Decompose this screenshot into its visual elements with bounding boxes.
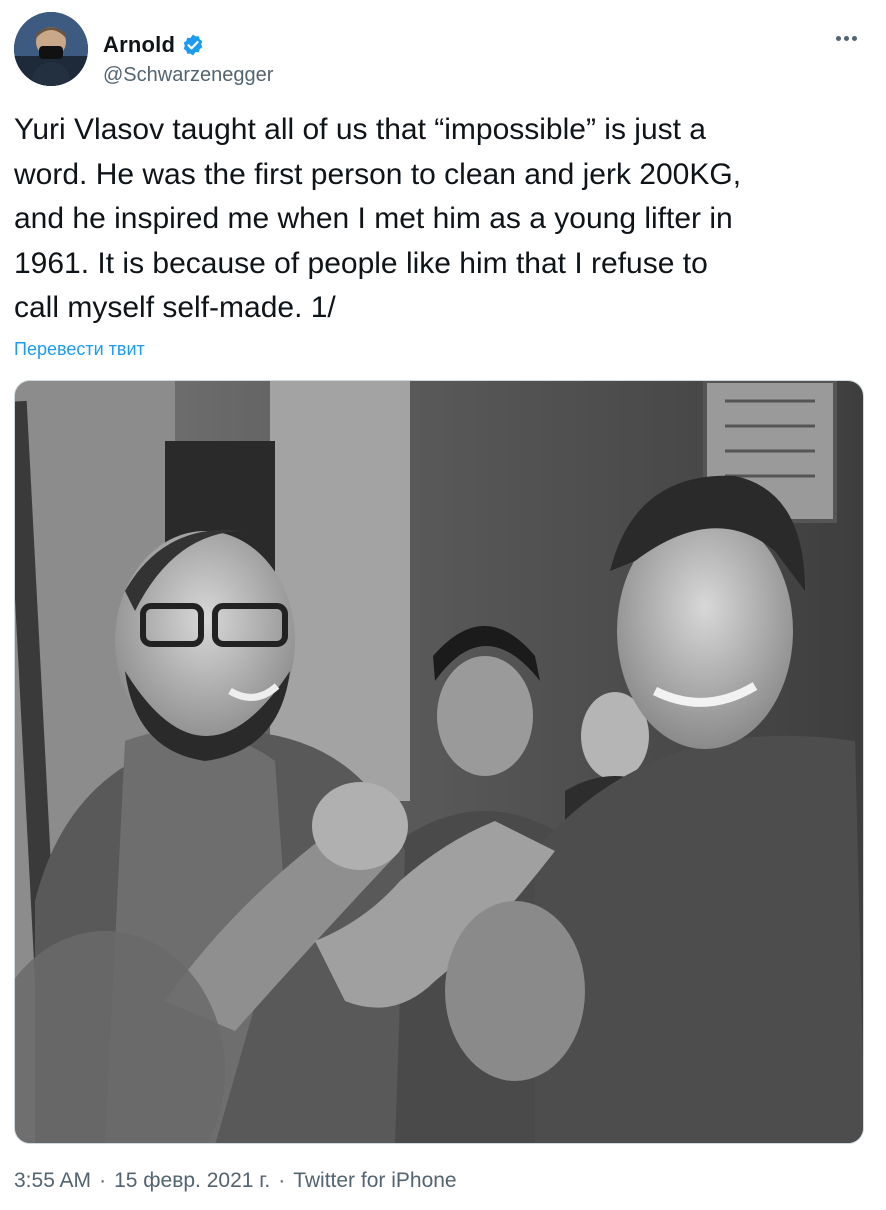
handle[interactable]: @Schwarzenegger bbox=[103, 64, 273, 87]
tweet-header: Arnold @Schwarzenegger bbox=[14, 12, 872, 88]
more-horizontal-icon[interactable] bbox=[836, 28, 866, 46]
tweet-time[interactable]: 3:55 AM bbox=[14, 1169, 91, 1193]
tweet-source[interactable]: Twitter for iPhone bbox=[293, 1169, 456, 1193]
tweet-text: Yuri Vlasov taught all of us that “impos… bbox=[14, 113, 742, 324]
display-name[interactable]: Arnold bbox=[103, 32, 175, 58]
tweet-meta: 3:55 AM · 15 февр. 2021 г. · Twitter for… bbox=[14, 1169, 457, 1193]
photo-image bbox=[15, 381, 863, 1143]
tweet-photo[interactable] bbox=[14, 380, 864, 1144]
tweet-date[interactable]: 15 февр. 2021 г. bbox=[114, 1169, 270, 1193]
meta-separator: · bbox=[278, 1169, 286, 1192]
name-row: Arnold bbox=[103, 32, 205, 58]
verified-badge-icon bbox=[183, 34, 203, 56]
meta-separator: · bbox=[99, 1169, 107, 1192]
avatar-image bbox=[14, 12, 88, 86]
translate-tweet-link[interactable]: Перевести твит bbox=[14, 339, 145, 360]
avatar[interactable] bbox=[14, 12, 88, 86]
